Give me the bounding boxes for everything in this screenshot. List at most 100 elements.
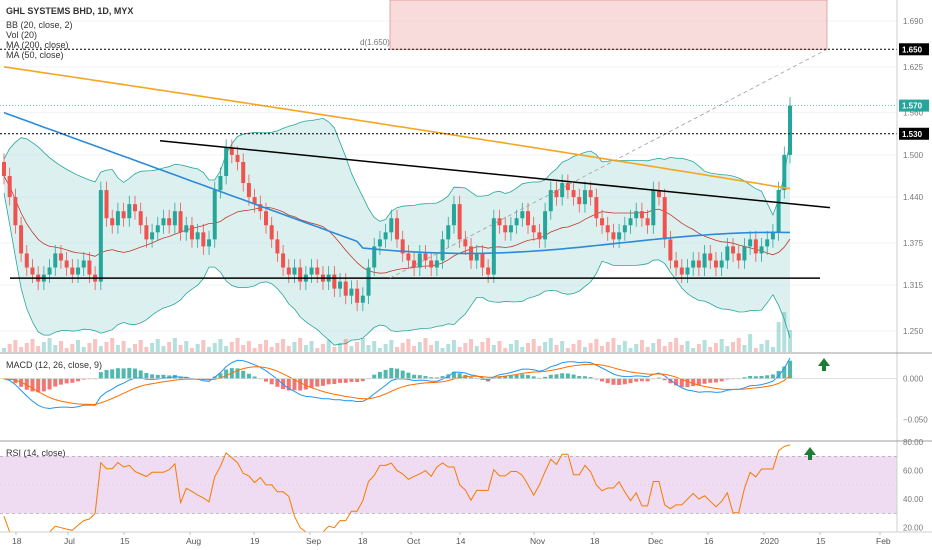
volume-bar [657,339,661,352]
candle-body [543,211,548,240]
volume-bar [565,348,570,352]
candle-body [491,218,496,275]
macd-histogram-bar [520,374,525,379]
volume-bar [685,341,690,352]
candle-body [651,190,656,226]
rsi-layer [0,444,897,533]
candle-body [594,197,599,219]
candle-body [343,281,348,296]
candle-body [207,239,212,247]
volume-bar [446,344,451,352]
time-tick-label: 18 [590,536,600,546]
candle-body [98,190,103,282]
candle-body [172,211,177,226]
macd-histogram-bar [622,378,627,385]
time-tick-label: 19 [250,536,260,546]
volume-bar [269,347,274,352]
candle-body [224,147,229,176]
price-tick-label: 1.315 [903,281,924,290]
volume-bar [508,344,513,352]
volume-bar [696,344,701,352]
candle-body [7,176,12,198]
legend-ma50[interactable]: MA (50, close) [6,50,64,60]
macd-label[interactable]: MACD (12, 26, close, 9) [6,360,102,370]
rsi-label[interactable]: RSI (14, close) [6,448,66,458]
volume-bar [526,343,530,352]
candle-body [577,197,582,205]
candle-body [679,267,684,275]
legend-bb[interactable]: BB (20, close, 2) [6,20,73,30]
candle-body [776,190,781,233]
price-tag: 1.650 [902,45,923,54]
time-tick-label: 16 [704,536,714,546]
candle-body [377,239,382,247]
candle-body [360,295,365,303]
volume-bar [713,343,718,352]
volume-bar [172,338,177,352]
volume-bar [212,343,217,352]
candle-body [298,267,303,282]
macd-histogram-bar [246,373,251,379]
macd-histogram-bar [133,368,137,379]
macd-histogram-bar [708,378,713,383]
candle-body [315,267,320,275]
candle-body [725,246,730,261]
candle-body [406,253,411,261]
candle-body [161,218,166,226]
time-tick-label: Oct [407,536,421,546]
macd-histogram-bar [360,378,365,382]
macd-histogram-bar [611,378,616,385]
candle-body [782,154,787,191]
volume-bar [702,340,707,352]
candle-body [560,183,565,198]
macd-histogram-bar [298,378,303,391]
volume-bar [326,340,331,352]
volume-bar [782,312,787,352]
legend-vol[interactable]: Vol (20) [6,30,37,40]
volume-bar [275,343,280,352]
macd-histogram-bar [531,376,536,379]
price-tick-label: 1.690 [903,17,924,26]
volume-bar [53,345,58,352]
macd-histogram-bar [577,376,582,379]
macd-histogram-bar [526,375,530,379]
volume-bar [639,340,644,352]
candle-body [417,253,422,268]
volume-bar [246,341,251,352]
volume-bar [554,345,559,352]
macd-histogram-bar [47,378,52,390]
legend-ma200[interactable]: MA (200, close) [6,40,69,50]
macd-histogram-bar [628,378,633,384]
candle-body [696,260,701,268]
candle-body [480,253,485,268]
volume-bar [366,345,371,352]
volume-bar [201,340,206,352]
macd-histogram-bar [150,374,155,379]
macd-layer [0,357,897,410]
volume-bar [759,344,764,352]
candle-body [446,225,451,240]
macd-histogram-bar [355,378,360,382]
volume-bar [24,343,29,352]
candle-body [429,260,434,268]
candle-body [355,288,360,303]
chart-title: GHL SYSTEMS BHD, 1D, MYX [6,6,133,16]
candle-body [115,211,120,226]
candle-body [395,218,399,240]
volume-bar [110,338,115,352]
macd-histogram-bar [565,373,570,379]
volume-bar [605,342,610,352]
macd-histogram-bar [753,376,758,379]
candle-body [235,154,240,162]
macd-histogram-bar [514,374,519,379]
volume-bar [582,347,587,352]
candle-body [332,274,337,289]
volume-bar [383,344,388,352]
candle-body [434,260,439,268]
candle-body [195,232,200,240]
volume-bar [155,339,160,352]
volume-bar [98,346,103,352]
macd-histogram-bar [349,378,354,382]
candle-body [451,204,456,226]
volume-bar [2,348,6,352]
